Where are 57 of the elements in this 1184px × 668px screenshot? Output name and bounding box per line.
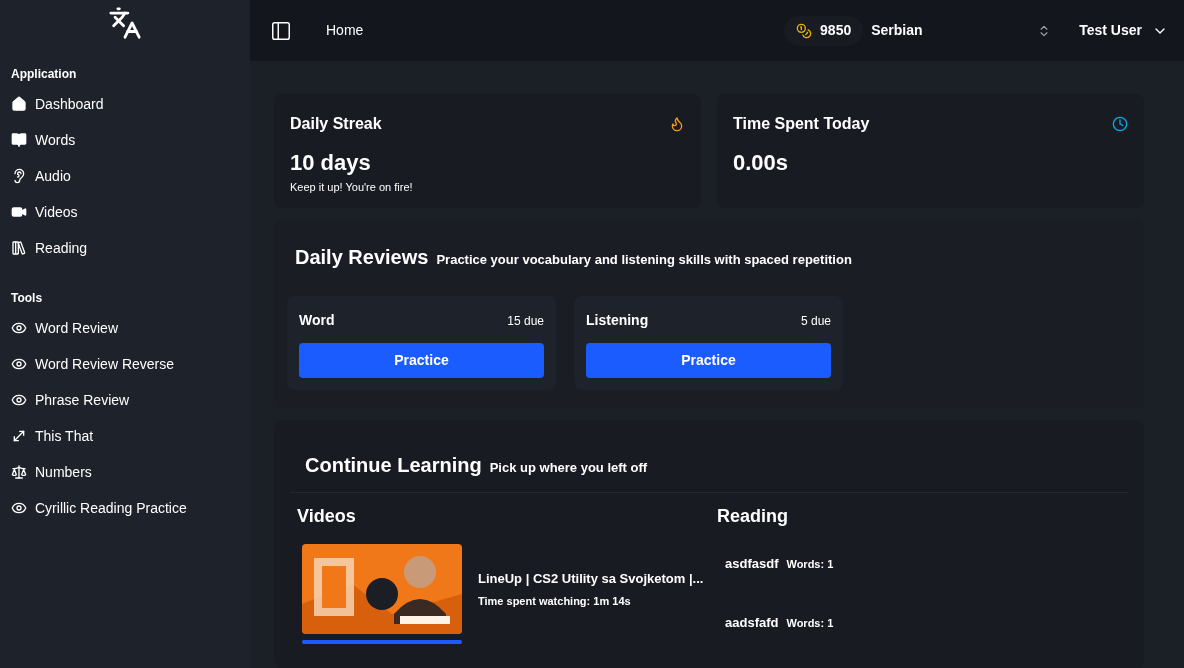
sidebar-item[interactable]: Word Review: [0, 310, 250, 346]
home-icon: [11, 96, 27, 112]
column-heading: Reading: [717, 505, 789, 528]
sidebar-item[interactable]: Words: [0, 122, 250, 158]
sidebar-item[interactable]: Word Review Reverse: [0, 346, 250, 382]
ear-icon: [11, 168, 27, 184]
due-count: 5 due: [800, 312, 831, 330]
stat-title: Time Spent Today: [733, 114, 870, 134]
sidebar-group-label: Application: [10, 66, 78, 83]
stat-note: Keep it up! You're on fire!: [290, 180, 414, 195]
column-heading: Videos: [297, 505, 357, 528]
video-item[interactable]: LineUp | CS2 Utility sa Svojketom |... Time spent watching: 1m 14s: [297, 544, 701, 644]
user-menu[interactable]: Test User: [1079, 20, 1168, 41]
scale-icon: [11, 464, 27, 480]
due-count: 15 due: [507, 312, 544, 330]
video-title: LineUp | CS2 Utility sa Svojketom |...: [478, 570, 704, 588]
clock-icon: [1112, 116, 1128, 132]
section-subtitle: Practice your vocabulary and listening skills with spaced repetition: [436, 251, 852, 269]
sidebar-item[interactable]: Phrase Review: [0, 382, 250, 418]
stat-title: Daily Streak: [290, 114, 382, 134]
book-icon: [11, 132, 27, 148]
reading-title: asdfasdf: [725, 555, 779, 573]
practice-button[interactable]: Practice: [586, 343, 831, 378]
section-title: Daily Reviews: [295, 245, 429, 270]
flame-icon: [669, 116, 685, 132]
sidebar-item[interactable]: Dashboard: [0, 86, 250, 122]
section-title: Continue Learning: [305, 453, 482, 478]
sidebar-item[interactable]: Numbers: [0, 454, 250, 490]
stat-value: 10 days: [290, 149, 372, 177]
watch-time: Time spent watching: 1m 14s: [478, 593, 632, 609]
coin-count: 9850: [820, 21, 852, 40]
diagonal-arrows-icon: [11, 428, 27, 444]
review-title: Word: [299, 311, 335, 330]
breadcrumb: Home: [326, 21, 364, 40]
eye-icon: [11, 500, 27, 516]
translate-logo-icon: [108, 6, 142, 40]
eye-icon: [11, 392, 27, 408]
video-camera-icon: [11, 204, 27, 220]
language-select[interactable]: Serbian: [871, 20, 1052, 41]
stat-value: 0.00s: [733, 149, 790, 177]
eye-icon: [11, 356, 27, 372]
panel-icon: [270, 19, 292, 42]
reading-title: aadsfafd: [725, 613, 779, 632]
eye-icon: [11, 320, 27, 336]
review-title: Listening: [586, 311, 649, 330]
word-count: Words: 1: [786, 615, 834, 631]
sidebar-item[interactable]: Reading: [0, 230, 250, 266]
sidebar-group-label: Tools: [10, 290, 44, 307]
coins-icon: [796, 22, 813, 39]
practice-button[interactable]: Practice: [299, 343, 544, 378]
word-count: Words: 1: [786, 557, 834, 572]
sidebar-item[interactable]: This That: [0, 418, 250, 454]
sidebar-item[interactable]: Videos: [0, 194, 250, 230]
books-icon: [11, 240, 27, 256]
section-subtitle: Pick up where you left off: [489, 459, 648, 477]
sidebar-item[interactable]: Cyrillic Reading Practice: [0, 490, 250, 526]
sidebar-item[interactable]: Audio: [0, 158, 250, 194]
